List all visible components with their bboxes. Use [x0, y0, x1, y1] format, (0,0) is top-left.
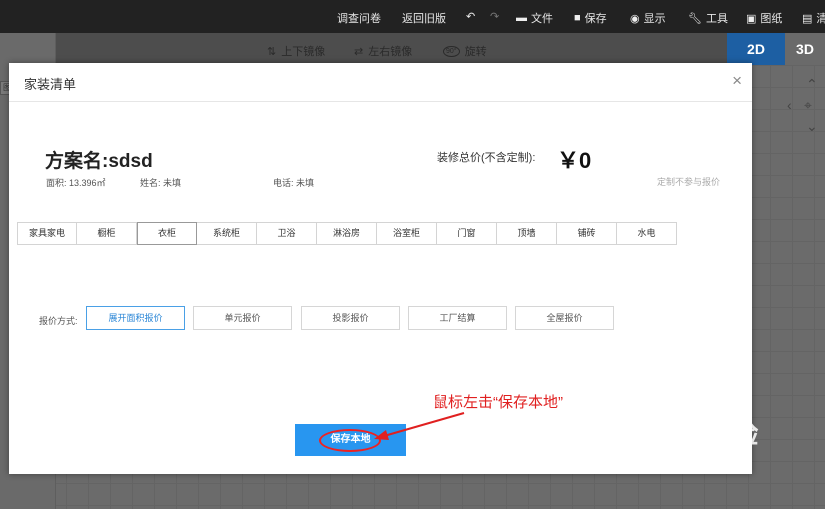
view-2d-tab[interactable]: 2D: [727, 33, 785, 65]
save-label: 保存: [584, 13, 607, 25]
wrench-icon: 🔧︎: [688, 12, 702, 25]
survey-link[interactable]: 调查问卷: [337, 10, 381, 26]
tab-furniture[interactable]: 家具家电: [17, 222, 77, 245]
quote-method-label: 报价方式:: [39, 316, 78, 326]
center-view-icon[interactable]: ⌖: [804, 97, 812, 114]
quote-whole-house-button[interactable]: 全屋报价: [515, 306, 614, 330]
quote-projection-button[interactable]: 投影报价: [301, 306, 400, 330]
tab-cabinet[interactable]: 橱柜: [77, 222, 137, 245]
pan-up-icon[interactable]: ⌃: [806, 76, 818, 93]
drawing-menu[interactable]: ▣ 图纸: [746, 10, 782, 26]
total-price-value: ￥0: [557, 148, 592, 173]
tab-tiles[interactable]: 铺砖: [557, 222, 617, 245]
clear-label: 清: [816, 13, 825, 25]
tab-shower[interactable]: 淋浴房: [317, 222, 377, 245]
instruction-annotation: 鼠标左击“保存本地”: [433, 394, 563, 411]
watermark-brand: Baidu经验: [628, 419, 760, 449]
file-menu[interactable]: ▬ 文件: [516, 10, 553, 26]
tab-bath-cabinet[interactable]: 浴室柜: [377, 222, 437, 245]
map-icon: ▣: [746, 12, 757, 25]
rotate-label: 旋转: [464, 46, 487, 58]
rotate-icon: 90°: [443, 45, 460, 57]
tab-wardrobe[interactable]: 衣柜: [137, 222, 197, 245]
eye-icon: ◉: [630, 12, 640, 25]
top-toolbar: 调查问卷 返回旧版 ↶ ↷ ▬ 文件 ■ 保存 ◉ 显示 🔧︎ 工具 ▣ 图纸 ▤ 清: [0, 0, 825, 33]
old-version-label: 返回旧版: [402, 13, 446, 25]
flip-horizontal-label: 左右镜像: [368, 46, 413, 58]
drawing-label: 图纸: [760, 13, 783, 25]
dialog-header: 家装清单 ×: [9, 63, 752, 102]
tab-system-cabinet[interactable]: 系统柜: [197, 222, 257, 245]
plan-name: 方案名:sdsd: [45, 151, 153, 172]
tab-bathroom[interactable]: 卫浴: [257, 222, 317, 245]
old-version-link[interactable]: 返回旧版: [402, 10, 446, 26]
close-icon[interactable]: ×: [732, 71, 742, 91]
view-3d-tab[interactable]: 3D: [785, 33, 825, 65]
custom-note: 定制不参与报价: [657, 177, 721, 187]
category-tabs: 家具家电 橱柜 衣柜 系统柜 卫浴 淋浴房 浴室柜 门窗 顶墙 铺砖 水电: [17, 222, 677, 245]
annotation-arrow-icon: [374, 412, 465, 440]
list-icon: ▤: [802, 12, 813, 25]
pan-down-icon[interactable]: ⌄: [806, 118, 818, 135]
rotate-button[interactable]: 90° 旋转: [443, 43, 487, 59]
clear-menu[interactable]: ▤ 清: [802, 10, 825, 26]
pan-left-icon[interactable]: ‹: [787, 97, 792, 113]
quote-expanded-area-button[interactable]: 展开面积报价: [86, 306, 185, 330]
flip-horizontal-button[interactable]: ⇄ 左右镜像: [354, 43, 412, 59]
edit-toolbar: ⇅ 上下镜像 ⇄ 左右镜像 90° 旋转: [0, 33, 825, 65]
display-menu[interactable]: ◉ 显示: [630, 10, 666, 26]
tab-ceiling-wall[interactable]: 顶墙: [497, 222, 557, 245]
tab-plumbing-electric[interactable]: 水电: [617, 222, 677, 245]
dialog-title: 家装清单: [24, 77, 77, 92]
redo-icon[interactable]: ↷: [490, 10, 499, 23]
quote-unit-button[interactable]: 单元报价: [193, 306, 292, 330]
flip-vertical-label: 上下镜像: [281, 46, 326, 58]
folder-icon: ▬: [516, 12, 527, 24]
area-info: 面积: 13.396㎡: [46, 178, 106, 188]
undo-icon[interactable]: ↶: [466, 10, 475, 23]
flip-horizontal-icon: ⇄: [354, 45, 364, 58]
name-info: 姓名: 未填: [140, 178, 182, 188]
quote-factory-button[interactable]: 工厂结算: [408, 306, 507, 330]
tools-label: 工具: [705, 13, 728, 25]
phone-info: 电话: 未填: [273, 178, 315, 188]
tab-doors-windows[interactable]: 门窗: [437, 222, 497, 245]
display-label: 显示: [643, 13, 666, 25]
flip-vertical-button[interactable]: ⇅ 上下镜像: [267, 43, 325, 59]
flip-vertical-icon: ⇅: [267, 45, 277, 58]
file-label: 文件: [531, 13, 553, 25]
baidu-watermark: Baidu经验 jingyan.baidu.com: [628, 414, 759, 468]
total-price-label: 装修总价(不含定制):: [437, 152, 536, 164]
save-menu[interactable]: ■ 保存: [574, 10, 607, 26]
floppy-icon: ■: [574, 12, 581, 24]
survey-label: 调查问卷: [337, 13, 381, 25]
watermark-url: jingyan.baidu.com: [634, 453, 739, 468]
tools-menu[interactable]: 🔧︎ 工具: [688, 10, 728, 26]
